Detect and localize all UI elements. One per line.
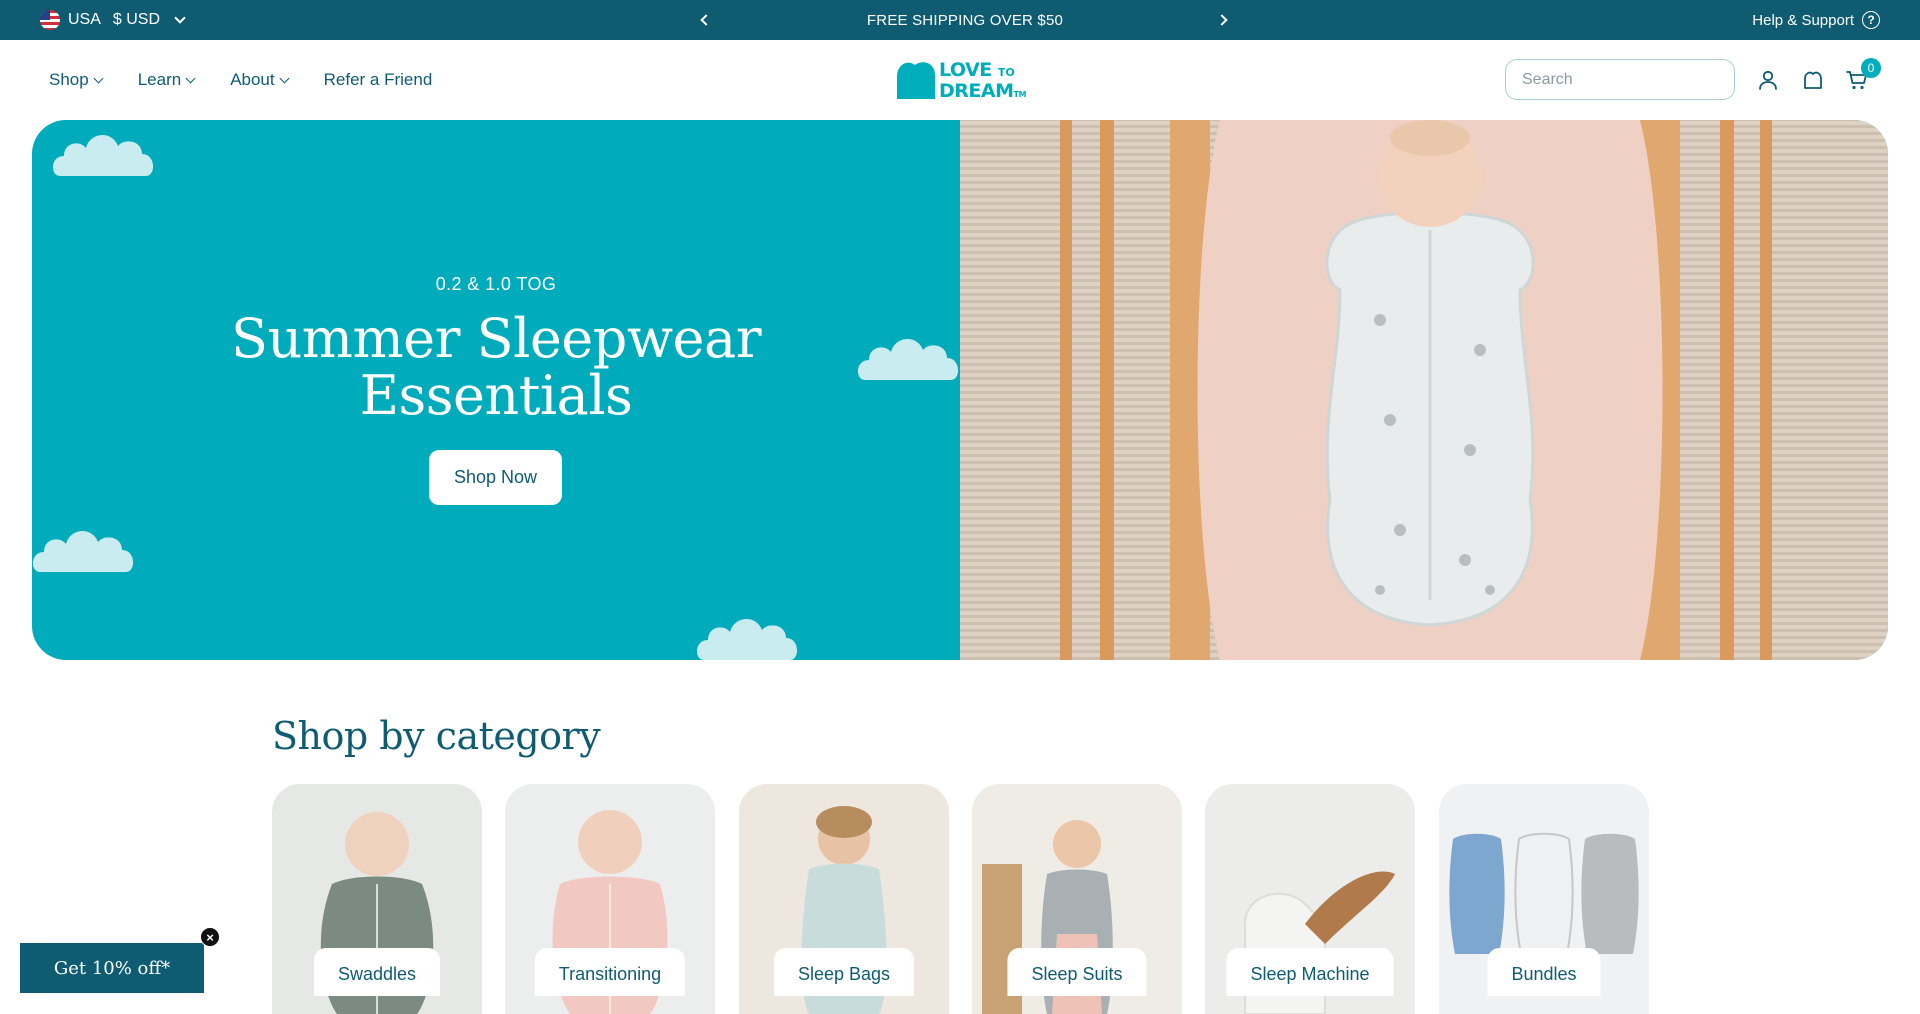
baby-in-crib-illustration [1060, 120, 1772, 660]
hero-title-line: Summer Sleepwear [230, 307, 762, 370]
nav-item-shop[interactable]: Shop [49, 70, 104, 90]
category-card-swaddles[interactable]: Swaddles [272, 784, 482, 1014]
cloud-decoration-icon [52, 134, 154, 176]
logo-trademark: TM [1013, 90, 1027, 99]
nav-item-refer-a-friend[interactable]: Refer a Friend [324, 70, 433, 90]
shop-now-button[interactable]: Shop Now [429, 450, 562, 505]
us-flag-icon [40, 10, 60, 30]
category-label: Sleep Machine [1226, 948, 1394, 996]
announcement-text: FREE SHIPPING OVER $50 [866, 11, 1064, 29]
hero-image-baby-crib[interactable] [960, 120, 1888, 660]
category-label: Transitioning [534, 948, 686, 996]
category-card-bundles[interactable]: Bundles [1439, 784, 1649, 1014]
nav-item-about[interactable]: About [230, 70, 290, 90]
logo-wordmark: LOVE TO DREAMTM [939, 61, 1026, 104]
discount-promo-button[interactable]: Get 10% off* [20, 943, 204, 993]
chevron-right-icon [1216, 14, 1228, 26]
chevron-down-icon [93, 73, 104, 83]
nav-item-label: Refer a Friend [323, 70, 433, 89]
category-label: Swaddles [313, 948, 441, 996]
chevron-down-icon [185, 73, 196, 83]
brand-logo[interactable]: LOVE TO DREAMTM [895, 59, 1037, 101]
nav-item-label: Shop [49, 70, 89, 89]
hero-text-panel: 0.2 & 1.0 TOG Summer Sleepwear Essential… [32, 120, 960, 660]
section-heading: Shop by category [272, 714, 601, 758]
help-support-link[interactable]: Help & Support ? [1752, 0, 1880, 40]
nav-item-label: Learn [137, 70, 182, 89]
nav-item-label: About [230, 70, 275, 89]
hero-banner: 0.2 & 1.0 TOG Summer Sleepwear Essential… [32, 120, 1888, 660]
chevron-down-icon [174, 12, 186, 24]
category-label: Sleep Bags [773, 948, 915, 996]
announcement-prev-button[interactable] [694, 10, 714, 30]
help-support-label: Help & Support [1752, 11, 1854, 29]
heart-logo-icon [897, 62, 935, 99]
country-label: USA [68, 11, 101, 28]
category-card-sleep-suits[interactable]: Sleep Suits [972, 784, 1182, 1014]
category-label: Sleep Suits [1007, 948, 1147, 996]
hero-title: Summer Sleepwear Essentials [32, 310, 960, 424]
search-input[interactable] [1522, 70, 1729, 89]
question-circle-icon: ? [1862, 11, 1880, 29]
region-selector[interactable]: USA $ USD [40, 0, 186, 40]
category-card-sleep-bags[interactable]: Sleep Bags [739, 784, 949, 1014]
wishlist-heart-icon[interactable] [1801, 68, 1825, 92]
close-icon[interactable]: × [200, 927, 220, 947]
site-header: Shop Learn About Refer a Friend LOVE TO … [0, 40, 1920, 120]
nav-item-learn[interactable]: Learn [137, 70, 196, 90]
cloud-decoration-icon [32, 530, 134, 572]
logo-word-dream: DREAM [939, 80, 1014, 102]
category-card-sleep-machine[interactable]: Sleep Machine [1205, 784, 1415, 1014]
category-card-transitioning[interactable]: Transitioning [505, 784, 715, 1014]
main-nav: Shop Learn About Refer a Friend [49, 40, 432, 120]
chevron-left-icon [700, 14, 712, 26]
cart-count-badge: 0 [1861, 58, 1881, 78]
chevron-down-icon [279, 73, 290, 83]
category-label: Bundles [1487, 948, 1601, 996]
announcement-next-button[interactable] [1214, 10, 1234, 30]
search-box [1505, 59, 1735, 100]
currency-label: $ USD [112, 11, 161, 28]
logo-word-love: LOVE [939, 59, 992, 81]
account-icon[interactable] [1756, 68, 1780, 92]
hero-subtitle: 0.2 & 1.0 TOG [435, 274, 557, 294]
cloud-decoration-icon [696, 618, 798, 660]
logo-word-to: TO [997, 66, 1015, 79]
hero-title-line: Essentials [359, 364, 633, 427]
announcement-bar: USA $ USD FREE SHIPPING OVER $50 Help & … [0, 0, 1920, 40]
